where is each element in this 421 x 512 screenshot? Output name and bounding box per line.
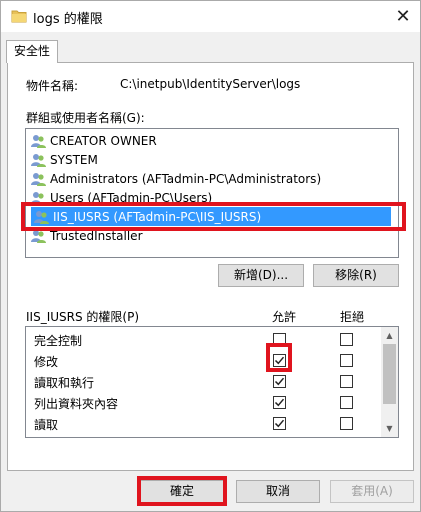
allow-checkbox[interactable]	[273, 417, 286, 430]
users-icon	[34, 210, 49, 224]
checkmark-icon	[274, 419, 285, 428]
scroll-up-icon[interactable]: ▲	[381, 327, 398, 344]
checkmark-icon	[274, 356, 285, 365]
deny-checkbox[interactable]	[340, 333, 353, 346]
list-item[interactable]: Administrators (AFTadmin-PC\Administrato…	[28, 169, 396, 188]
groups-label: 群組或使用者名稱(G):	[26, 111, 145, 125]
list-item-label: Administrators (AFTadmin-PC\Administrato…	[50, 171, 322, 186]
permission-row: 完全控制	[26, 329, 381, 350]
list-item-label: IIS_IUSRS (AFTadmin-PC\IIS_IUSRS)	[53, 209, 262, 224]
object-name-value: C:\inetpub\IdentityServer\logs	[120, 77, 301, 91]
permission-row: 列出資料夾內容	[26, 392, 381, 413]
permission-name: 列出資料夾內容	[34, 397, 119, 411]
window-title: logs 的權限	[33, 12, 103, 27]
close-button[interactable]: ✕	[386, 1, 420, 31]
list-item-selected[interactable]: IIS_IUSRS (AFTadmin-PC\IIS_IUSRS)	[31, 207, 391, 226]
remove-button[interactable]: 移除(R)	[313, 264, 399, 287]
list-item-label: CREATOR OWNER	[50, 133, 157, 148]
permission-name: 讀取和執行	[34, 376, 95, 390]
permission-row: 讀取	[26, 413, 381, 434]
title-bar: logs 的權限 ✕	[1, 1, 420, 32]
list-item[interactable]: TrustedInstaller	[28, 226, 396, 245]
permission-name: 完全控制	[34, 334, 83, 348]
users-icon	[31, 153, 46, 167]
deny-checkbox[interactable]	[340, 396, 353, 409]
permission-row: 讀取和執行	[26, 371, 381, 392]
ok-button[interactable]: 確定	[140, 480, 224, 503]
permission-row: 修改	[26, 350, 381, 371]
scroll-thumb[interactable]	[383, 344, 396, 404]
list-item[interactable]: SYSTEM	[28, 150, 396, 169]
permission-name: 讀取	[34, 418, 59, 432]
deny-checkbox[interactable]	[340, 417, 353, 430]
object-name-label: 物件名稱:	[26, 79, 79, 93]
list-item-label: SYSTEM	[50, 152, 98, 167]
security-tab-panel: 物件名稱: C:\inetpub\IdentityServer\logs 群組或…	[7, 62, 414, 471]
permissions-list: 完全控制 修改 讀取和執行 列出資料夾內容 讀取 ▲ ▼	[25, 326, 399, 438]
permissions-dialog: logs 的權限 ✕ 安全性 物件名稱: C:\inetpub\Identity…	[0, 0, 421, 512]
cancel-button[interactable]: 取消	[236, 480, 320, 503]
add-button[interactable]: 新增(D)...	[218, 264, 304, 287]
users-icon	[31, 134, 46, 148]
tab-security[interactable]: 安全性	[6, 40, 58, 63]
list-item-label: TrustedInstaller	[50, 228, 143, 243]
allow-column-header: 允許	[272, 310, 297, 324]
permissions-scrollbar[interactable]: ▲ ▼	[381, 327, 398, 437]
allow-checkbox[interactable]	[273, 354, 286, 367]
deny-column-header: 拒絕	[340, 310, 365, 324]
close-icon: ✕	[395, 5, 411, 27]
users-icon	[31, 172, 46, 186]
users-icon	[31, 229, 46, 243]
list-item[interactable]: CREATOR OWNER	[28, 131, 396, 150]
allow-checkbox[interactable]	[273, 333, 286, 346]
users-icon	[31, 191, 46, 205]
allow-checkbox[interactable]	[273, 375, 286, 388]
deny-checkbox[interactable]	[340, 375, 353, 388]
apply-button[interactable]: 套用(A)	[330, 480, 414, 503]
permissions-label: IIS_IUSRS 的權限(P)	[26, 310, 140, 324]
list-item-label: Users (AFTadmin-PC\Users)	[50, 190, 213, 205]
folder-icon	[11, 9, 27, 23]
list-item[interactable]: Users (AFTadmin-PC\Users)	[28, 188, 396, 207]
allow-checkbox[interactable]	[273, 396, 286, 409]
checkmark-icon	[274, 398, 285, 407]
checkmark-icon	[274, 377, 285, 386]
permission-name: 修改	[34, 355, 59, 369]
deny-checkbox[interactable]	[340, 354, 353, 367]
scroll-down-icon[interactable]: ▼	[381, 420, 398, 437]
groups-listbox[interactable]: CREATOR OWNER SYSTEM Administrators (AFT…	[25, 128, 399, 258]
